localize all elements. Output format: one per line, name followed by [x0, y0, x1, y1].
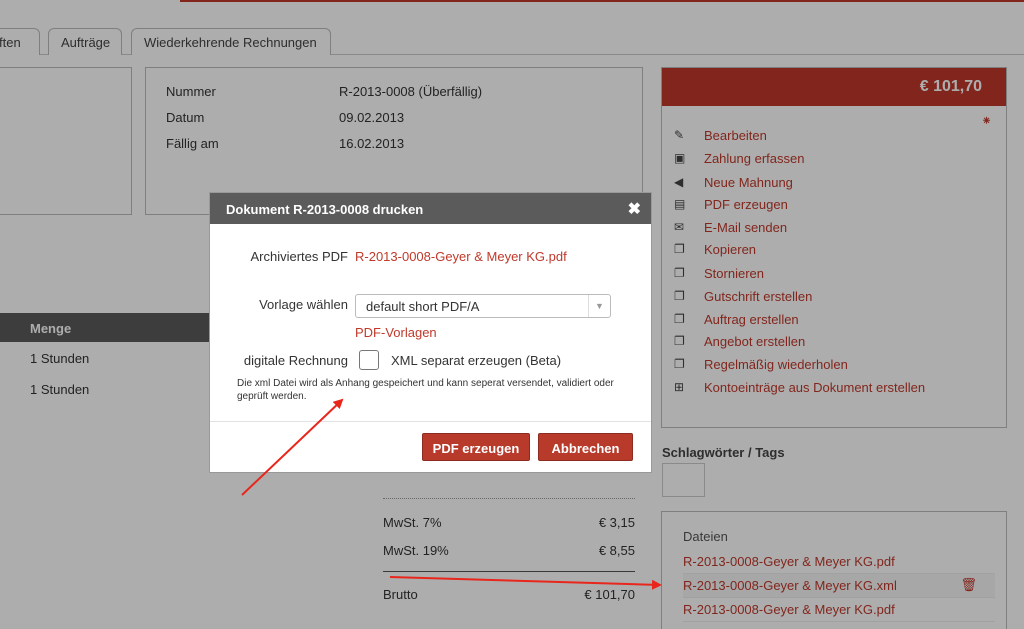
arrow-to-note	[241, 398, 344, 496]
arrow-to-xml-file	[389, 576, 662, 590]
annotation-arrows	[241, 398, 662, 590]
